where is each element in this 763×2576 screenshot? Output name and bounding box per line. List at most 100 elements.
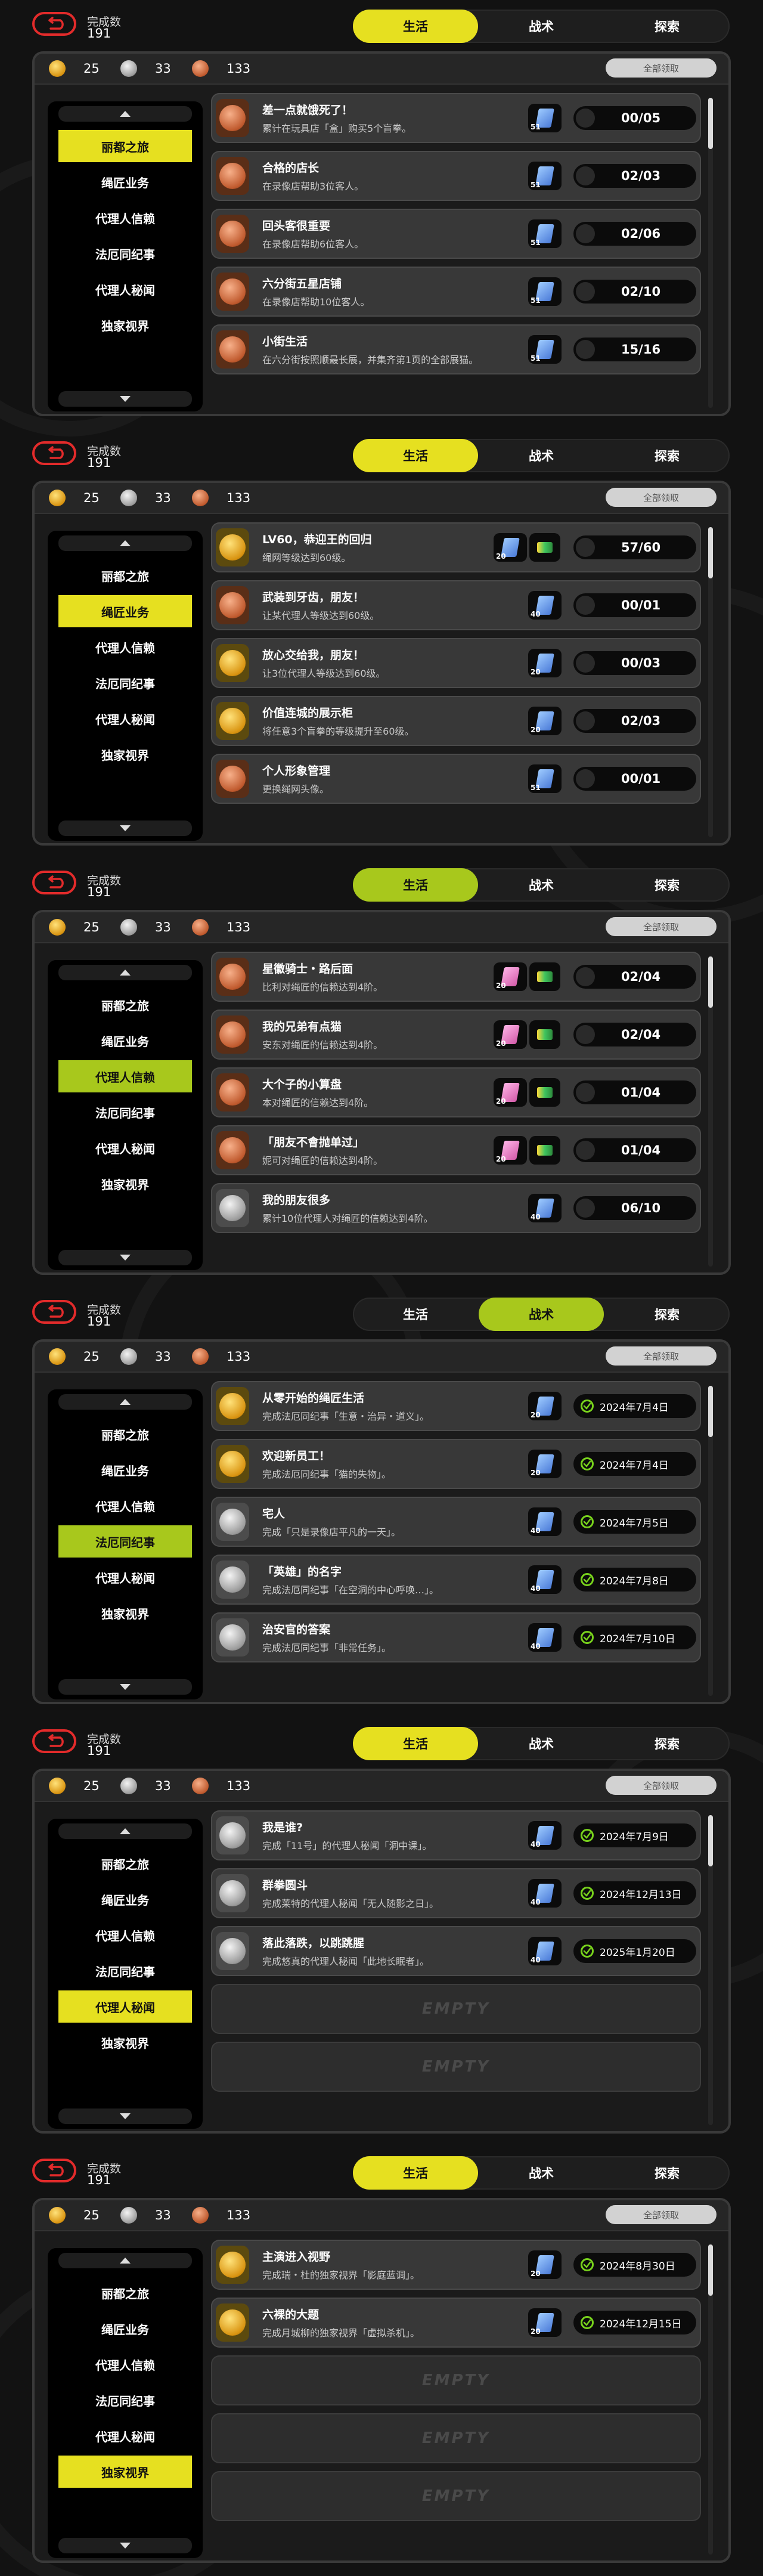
reward-item[interactable]: 51 — [528, 764, 562, 793]
tab-life[interactable]: 生活 — [353, 1727, 478, 1760]
sidebar-item-ridu-journey[interactable]: 丽都之旅 — [58, 1418, 192, 1450]
reward-item[interactable] — [529, 1020, 560, 1049]
achievement-row[interactable]: 欢迎新员工！ 完成法厄同纪事「猫的失物」。 20 2024年7月4日 — [211, 1439, 701, 1489]
reward-item[interactable]: 40 — [528, 1194, 562, 1222]
reward-item[interactable]: 20 — [494, 1078, 527, 1107]
list-scrollbar[interactable] — [708, 2244, 713, 2555]
achievement-row[interactable]: 主演进入视野 完成瑞・杜的独家视界「影庭蓝调」。 20 2024年8月30日 — [211, 2240, 701, 2290]
achievement-row[interactable]: LV60，恭迎王的回归 绳网等级达到60级。 20 57/60 — [211, 522, 701, 572]
sidebar-scroll-down[interactable] — [58, 1679, 192, 1695]
achievement-row[interactable]: 我的兄弟有点猫 安东对绳匠的信赖达到4阶。 20 02/04 — [211, 1010, 701, 1060]
sidebar-item-agent-story[interactable]: 代理人秘闻 — [58, 2420, 192, 2452]
reward-item[interactable]: 20 — [528, 2308, 562, 2337]
claim-all-button[interactable]: 全部领取 — [606, 2205, 717, 2224]
sidebar-item-proxy-business[interactable]: 绳匠业务 — [58, 1454, 192, 1486]
sidebar-item-ridu-journey[interactable]: 丽都之旅 — [58, 989, 192, 1021]
sidebar-scroll-down[interactable] — [58, 2109, 192, 2124]
tab-explore[interactable]: 探索 — [604, 1727, 730, 1760]
list-scrollbar-thumb[interactable] — [708, 1815, 713, 1866]
sidebar-scroll-down[interactable] — [58, 1250, 192, 1265]
tab-explore[interactable]: 探索 — [604, 868, 730, 902]
claim-all-button[interactable]: 全部领取 — [606, 1776, 717, 1795]
reward-item[interactable]: 20 — [494, 533, 527, 562]
achievement-row[interactable]: 大个子的小算盘 本对绳匠的信赖达到4阶。 20 01/04 — [211, 1067, 701, 1117]
sidebar-item-agent-trust[interactable]: 代理人信赖 — [58, 1919, 192, 1951]
achievement-row[interactable]: 我的朋友很多 累计10位代理人对绳匠的信赖达到4阶。 40 06/10 — [211, 1183, 701, 1233]
reward-item[interactable]: 20 — [528, 1450, 562, 1478]
tab-life[interactable]: 生活 — [353, 2156, 478, 2190]
tab-tactics[interactable]: 战术 — [479, 1298, 604, 1331]
list-scrollbar[interactable] — [708, 98, 713, 408]
achievement-row[interactable]: 宅人 完成「只是录像店平凡的一天」。 40 2024年7月5日 — [211, 1497, 701, 1547]
sidebar-item-agent-story[interactable]: 代理人秘闻 — [58, 273, 192, 305]
reward-item[interactable]: 51 — [528, 104, 562, 132]
sidebar-item-exclusive-view[interactable]: 独家视界 — [58, 2026, 192, 2058]
reward-item[interactable]: 20 — [494, 1136, 527, 1165]
back-button[interactable] — [32, 441, 76, 465]
sidebar-item-phaethon-chronicle[interactable]: 法厄同纪事 — [58, 1096, 192, 1128]
tab-life[interactable]: 生活 — [353, 439, 478, 472]
tab-explore[interactable]: 探索 — [604, 1298, 730, 1331]
sidebar-item-phaethon-chronicle[interactable]: 法厄同纪事 — [58, 2384, 192, 2416]
sidebar-scroll-down[interactable] — [58, 391, 192, 407]
sidebar-item-proxy-business[interactable]: 绳匠业务 — [58, 1024, 192, 1057]
reward-item[interactable]: 40 — [528, 1879, 562, 1908]
tab-tactics[interactable]: 战术 — [479, 10, 604, 43]
tab-life[interactable]: 生活 — [353, 10, 478, 43]
back-button[interactable] — [32, 1300, 76, 1324]
achievement-row[interactable]: 武装到牙齿，朋友！ 让某代理人等级达到60级。 40 00/01 — [211, 580, 701, 630]
sidebar-item-agent-trust[interactable]: 代理人信赖 — [58, 2348, 192, 2380]
achievement-row[interactable]: 放心交给我，朋友！ 让3位代理人等级达到60级。 20 00/03 — [211, 638, 701, 688]
list-scrollbar-thumb[interactable] — [708, 2244, 713, 2296]
tab-tactics[interactable]: 战术 — [479, 868, 604, 902]
sidebar-scroll-up[interactable] — [58, 1823, 192, 1839]
sidebar-item-exclusive-view[interactable]: 独家视界 — [58, 1597, 192, 1629]
reward-item[interactable]: 20 — [528, 649, 562, 677]
list-scrollbar[interactable] — [708, 956, 713, 1267]
sidebar-scroll-down[interactable] — [58, 2538, 192, 2553]
reward-item[interactable] — [529, 962, 560, 991]
reward-item[interactable]: 51 — [528, 335, 562, 364]
reward-item[interactable]: 40 — [528, 1507, 562, 1536]
sidebar-item-agent-story[interactable]: 代理人秘闻 — [58, 1990, 192, 2023]
achievement-row[interactable]: 治安官的答案 完成法厄同纪事「非常任务」。 40 2024年7月10日 — [211, 1612, 701, 1662]
sidebar-item-exclusive-view[interactable]: 独家视界 — [58, 1168, 192, 1200]
sidebar-item-phaethon-chronicle[interactable]: 法厄同纪事 — [58, 237, 192, 270]
reward-item[interactable]: 51 — [528, 277, 562, 306]
back-button[interactable] — [32, 871, 76, 894]
reward-item[interactable]: 40 — [528, 1821, 562, 1850]
achievement-row[interactable]: 六裸的大题 完成月城柳的独家视界「虚拟杀机」。 20 2024年12月15日 — [211, 2298, 701, 2348]
achievement-row[interactable]: 合格的店长 在录像店帮助3位客人。 51 02/03 — [211, 151, 701, 201]
tab-explore[interactable]: 探索 — [604, 10, 730, 43]
claim-all-button[interactable]: 全部领取 — [606, 58, 717, 78]
sidebar-item-agent-trust[interactable]: 代理人信赖 — [58, 1490, 192, 1522]
reward-item[interactable]: 51 — [528, 219, 562, 248]
tab-life[interactable]: 生活 — [353, 1298, 478, 1331]
achievement-row[interactable]: 「朋友不會抛单过」 妮可对绳匠的信赖达到4阶。 20 01/04 — [211, 1125, 701, 1175]
list-scrollbar-thumb[interactable] — [708, 98, 713, 149]
tab-life[interactable]: 生活 — [353, 868, 478, 902]
sidebar-item-exclusive-view[interactable]: 独家视界 — [58, 2456, 192, 2488]
list-scrollbar-thumb[interactable] — [708, 1386, 713, 1437]
sidebar-item-ridu-journey[interactable]: 丽都之旅 — [58, 2277, 192, 2309]
sidebar-item-exclusive-view[interactable]: 独家视界 — [58, 309, 192, 341]
back-button[interactable] — [32, 1729, 76, 1753]
reward-item[interactable]: 40 — [528, 1937, 562, 1965]
achievement-row[interactable]: 差一点就饿死了！ 累计在玩具店「盒」购买5个盲拳。 51 00/05 — [211, 93, 701, 143]
sidebar-item-proxy-business[interactable]: 绳匠业务 — [58, 2312, 192, 2345]
reward-item[interactable]: 40 — [528, 591, 562, 620]
sidebar-item-agent-trust[interactable]: 代理人信赖 — [58, 631, 192, 663]
achievement-row[interactable]: 六分街五星店铺 在录像店帮助10位客人。 51 02/10 — [211, 267, 701, 317]
achievement-row[interactable]: 我是谁? 完成「11号」的代理人秘闻「洞中课」。 40 2024年7月9日 — [211, 1810, 701, 1860]
sidebar-item-agent-trust[interactable]: 代理人信赖 — [58, 202, 192, 234]
list-scrollbar[interactable] — [708, 527, 713, 837]
back-button[interactable] — [32, 12, 76, 36]
sidebar-scroll-up[interactable] — [58, 1394, 192, 1410]
reward-item[interactable] — [529, 533, 560, 562]
achievement-row[interactable]: 个人形象管理 更换绳网头像。 51 00/01 — [211, 754, 701, 804]
sidebar-item-agent-trust[interactable]: 代理人信赖 — [58, 1060, 192, 1092]
sidebar-scroll-down[interactable] — [58, 821, 192, 836]
achievement-row[interactable]: 回头客很重要 在录像店帮助6位客人。 51 02/06 — [211, 209, 701, 259]
tab-explore[interactable]: 探索 — [604, 439, 730, 472]
achievement-row[interactable]: 星徽骑士・路后面 比利对绳匠的信赖达到4阶。 20 02/04 — [211, 952, 701, 1002]
